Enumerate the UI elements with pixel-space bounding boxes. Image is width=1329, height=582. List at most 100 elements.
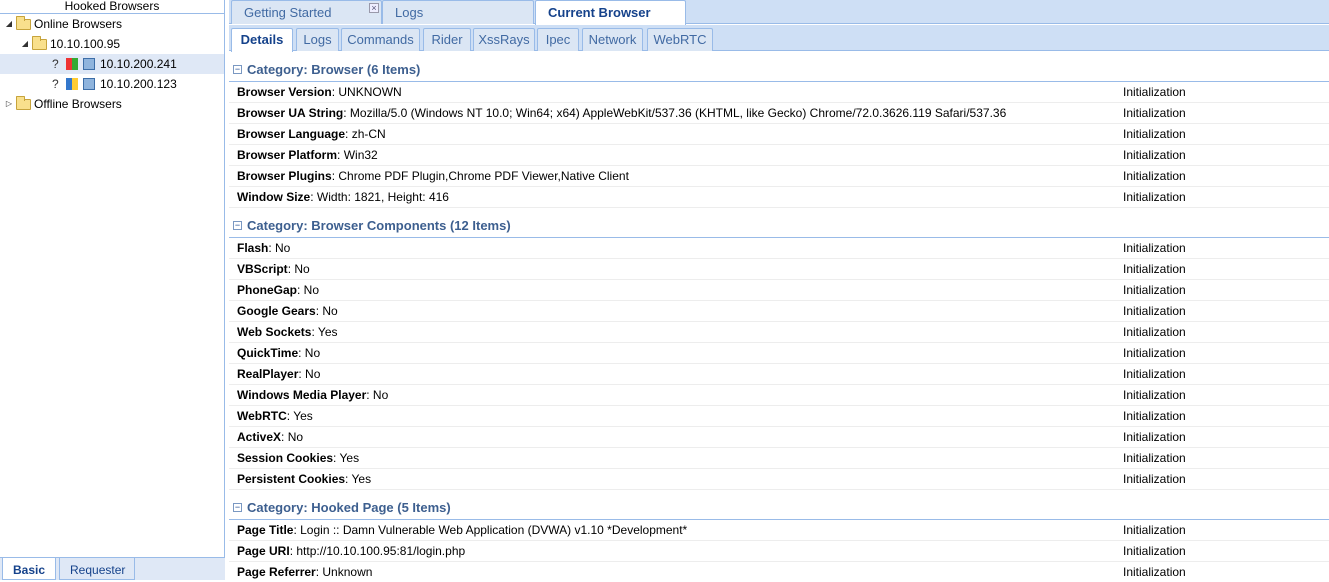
detail-text: PhoneGap: No xyxy=(237,280,319,301)
subtab-rider[interactable]: Rider xyxy=(423,28,471,51)
collapse-toggle-icon[interactable]: − xyxy=(233,221,242,230)
expand-triangle-icon[interactable]: ◢ xyxy=(4,14,14,34)
category-header[interactable]: − Category: Browser (6 Items) xyxy=(229,52,1329,82)
detail-row[interactable]: Windows Media Player: No Initialization xyxy=(229,385,1329,406)
detail-text: Session Cookies: Yes xyxy=(237,448,359,469)
detail-key: Browser Platform xyxy=(237,148,338,162)
detail-row[interactable]: Flash: No Initialization xyxy=(229,238,1329,259)
close-icon[interactable]: × xyxy=(369,3,379,13)
tree-node-offline-browsers[interactable]: ▷ Offline Browsers xyxy=(0,94,224,114)
detail-row[interactable]: Browser UA String: Mozilla/5.0 (Windows … xyxy=(229,103,1329,124)
category-title: Category: Browser (6 Items) xyxy=(247,62,421,77)
collapse-toggle-icon[interactable]: − xyxy=(233,503,242,512)
detail-row[interactable]: WebRTC: Yes Initialization xyxy=(229,406,1329,427)
detail-text: Page URI: http://10.10.100.95:81/login.p… xyxy=(237,541,465,562)
category-title: Category: Browser Components (12 Items) xyxy=(247,218,511,233)
detail-value: : Chrome PDF Plugin,Chrome PDF Viewer,Na… xyxy=(331,169,629,183)
detail-text: Page Title: Login :: Damn Vulnerable Web… xyxy=(237,520,687,541)
detail-status: Initialization xyxy=(1123,409,1186,423)
detail-value: : Login :: Damn Vulnerable Web Applicati… xyxy=(293,523,688,537)
detail-value: : No xyxy=(298,367,321,381)
tab-requester[interactable]: Requester xyxy=(59,558,135,580)
detail-text: Persistent Cookies: Yes xyxy=(237,469,371,490)
subtab-commands[interactable]: Commands xyxy=(341,28,420,51)
detail-key: Window Size xyxy=(237,190,311,204)
detail-value: : http://10.10.100.95:81/login.php xyxy=(289,544,466,558)
detail-value: : Width: 1821, Height: 416 xyxy=(310,190,449,204)
tree-node-ip-group[interactable]: ◢ 10.10.100.95 xyxy=(0,34,224,54)
detail-value: : Yes xyxy=(333,451,360,465)
detail-key: Session Cookies xyxy=(237,451,334,465)
detail-key: Windows Media Player xyxy=(237,388,367,402)
detail-value: : Mozilla/5.0 (Windows NT 10.0; Win64; x… xyxy=(343,106,1007,120)
subtab-xssrays[interactable]: XssRays xyxy=(473,28,535,51)
detail-row[interactable]: Browser Platform: Win32 Initialization xyxy=(229,145,1329,166)
detail-row[interactable]: QuickTime: No Initialization xyxy=(229,343,1329,364)
category-header[interactable]: − Category: Browser Components (12 Items) xyxy=(229,208,1329,238)
detail-row[interactable]: Persistent Cookies: Yes Initialization xyxy=(229,469,1329,490)
detail-status: Initialization xyxy=(1123,304,1186,318)
detail-text: WebRTC: Yes xyxy=(237,406,313,427)
subtab-details[interactable]: Details xyxy=(231,28,293,52)
detail-text: QuickTime: No xyxy=(237,343,320,364)
detail-row[interactable]: Window Size: Width: 1821, Height: 416 Ini… xyxy=(229,187,1329,208)
detail-key: RealPlayer xyxy=(237,367,299,381)
tree-node-online-browsers[interactable]: ◢ Online Browsers xyxy=(0,14,224,34)
detail-key: Google Gears xyxy=(237,304,316,318)
detail-status: Initialization xyxy=(1123,169,1186,183)
detail-status: Initialization xyxy=(1123,451,1186,465)
detail-row[interactable]: Google Gears: No Initialization xyxy=(229,301,1329,322)
subtab-webrtc[interactable]: WebRTC xyxy=(647,28,713,51)
detail-row[interactable]: Page Title: Login :: Damn Vulnerable Web… xyxy=(229,520,1329,541)
detail-row[interactable]: PhoneGap: No Initialization xyxy=(229,280,1329,301)
subtab-network[interactable]: Network xyxy=(582,28,643,51)
subtab-ipec[interactable]: Ipec xyxy=(537,28,579,51)
detail-status: Initialization xyxy=(1123,472,1186,486)
tree-node-host[interactable]: ? 10.10.200.123 xyxy=(0,74,224,94)
category-header[interactable]: − Category: Hooked Page (5 Items) xyxy=(229,490,1329,520)
detail-status: Initialization xyxy=(1123,262,1186,276)
detail-key: ActiveX xyxy=(237,430,282,444)
detail-key: Web Sockets xyxy=(237,325,312,339)
detail-value: : No xyxy=(281,430,304,444)
detail-status: Initialization xyxy=(1123,148,1186,162)
detail-row[interactable]: Browser Version: UNKNOWN Initialization xyxy=(229,82,1329,103)
detail-key: Browser UA String xyxy=(237,106,344,120)
tab-logs[interactable]: Logs xyxy=(382,0,534,24)
detail-row[interactable]: Web Sockets: Yes Initialization xyxy=(229,322,1329,343)
detail-text: Browser Platform: Win32 xyxy=(237,145,378,166)
expand-triangle-icon[interactable]: ◢ xyxy=(20,34,30,54)
detail-value: : Yes xyxy=(345,472,372,486)
main-panel: Getting Started × Logs Current Browser D… xyxy=(229,0,1329,580)
detail-row[interactable]: Page Referrer: Unknown Initialization xyxy=(229,562,1329,580)
tree-node-host[interactable]: ? 10.10.200.241 xyxy=(0,54,224,74)
windows-icon xyxy=(66,58,78,70)
detail-key: Page URI xyxy=(237,544,290,558)
subtab-logs[interactable]: Logs xyxy=(296,28,339,51)
tab-current-browser[interactable]: Current Browser xyxy=(535,0,686,25)
detail-text: Google Gears: No xyxy=(237,301,338,322)
tab-basic[interactable]: Basic xyxy=(2,558,56,580)
detail-value: : No xyxy=(315,304,338,318)
detail-key: PhoneGap xyxy=(237,283,298,297)
detail-row[interactable]: ActiveX: No Initialization xyxy=(229,427,1329,448)
detail-row[interactable]: Page URI: http://10.10.100.95:81/login.p… xyxy=(229,541,1329,562)
detail-row[interactable]: Session Cookies: Yes Initialization xyxy=(229,448,1329,469)
detail-key: Persistent Cookies xyxy=(237,472,346,486)
detail-key: Flash xyxy=(237,241,269,255)
detail-row[interactable]: RealPlayer: No Initialization xyxy=(229,364,1329,385)
computer-icon xyxy=(83,58,95,70)
detail-row[interactable]: Browser Language: zh-CN Initialization xyxy=(229,124,1329,145)
hooked-browsers-panel: Hooked Browsers ◢ Online Browsers ◢ 10.1… xyxy=(0,0,225,580)
tab-getting-started[interactable]: Getting Started × xyxy=(231,0,382,24)
tree-label: 10.10.100.95 xyxy=(50,37,121,51)
collapse-toggle-icon[interactable]: − xyxy=(233,65,242,74)
tree-label: Online Browsers xyxy=(34,17,123,31)
computer-icon xyxy=(83,78,95,90)
detail-row[interactable]: Browser Plugins: Chrome PDF Plugin,Chrom… xyxy=(229,166,1329,187)
windows-icon xyxy=(66,78,78,90)
detail-row[interactable]: VBScript: No Initialization xyxy=(229,259,1329,280)
detail-key: Browser Language xyxy=(237,127,346,141)
detail-status: Initialization xyxy=(1123,346,1186,360)
collapsed-triangle-icon[interactable]: ▷ xyxy=(4,94,14,114)
